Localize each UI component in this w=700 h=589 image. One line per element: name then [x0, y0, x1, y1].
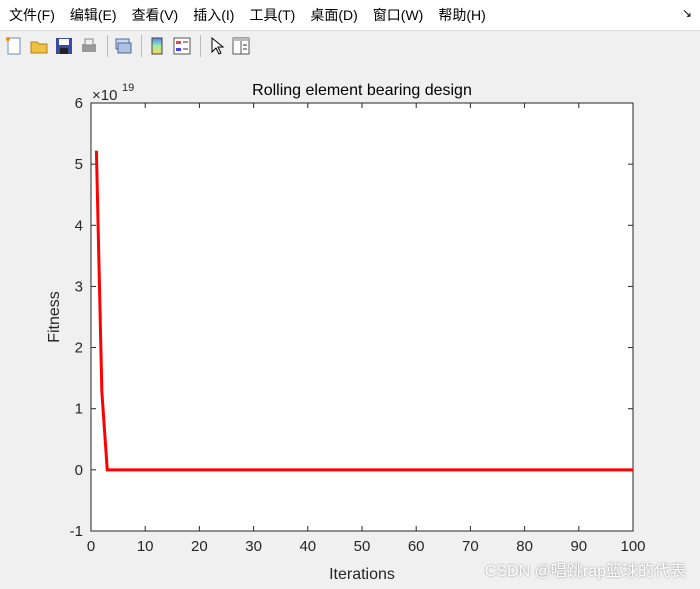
y-tick-label: 4 — [75, 217, 83, 234]
y-tick-label: 3 — [75, 278, 83, 295]
y-exponent-base: ×10 — [92, 87, 117, 104]
menu-item-2[interactable]: 查看(V) — [132, 5, 179, 25]
dock-arrow-icon[interactable]: ↘ — [682, 6, 692, 20]
x-tick-label: 100 — [620, 538, 645, 555]
y-axis-label: Fitness — [46, 291, 63, 343]
menu-item-0[interactable]: 文件(F) — [9, 5, 55, 25]
x-tick-label: 0 — [87, 538, 95, 555]
link-plot-icon[interactable] — [113, 36, 133, 56]
x-tick-label: 10 — [137, 538, 154, 555]
menu-item-1[interactable]: 编辑(E) — [70, 5, 117, 25]
y-tick-label: 1 — [75, 401, 83, 418]
new-file-icon[interactable] — [4, 36, 24, 56]
menu-item-6[interactable]: 窗口(W) — [373, 5, 424, 25]
x-tick-label: 30 — [245, 538, 262, 555]
toolbar-separator — [141, 34, 142, 57]
menu-item-4[interactable]: 工具(T) — [249, 5, 295, 25]
toolbar-separator — [107, 34, 108, 57]
plot-area — [91, 103, 633, 531]
legend-icon[interactable] — [172, 36, 192, 56]
chart-title: Rolling element bearing design — [252, 82, 472, 99]
x-tick-label: 80 — [516, 538, 533, 555]
y-exponent: 19 — [122, 82, 134, 94]
x-axis-label: Iterations — [329, 566, 395, 583]
x-tick-label: 20 — [191, 538, 208, 555]
open-folder-icon[interactable] — [29, 36, 49, 56]
pointer-icon[interactable] — [206, 36, 226, 56]
colorbar-icon[interactable] — [147, 36, 167, 56]
watermark: CSDN @唱跳rap篮球的代表 — [484, 563, 686, 580]
chart: 0 10 20 30 40 50 60 70 80 90 100-10123456Rolling e… — [46, 82, 646, 583]
toolbar — [0, 30, 700, 60]
save-icon[interactable] — [54, 36, 74, 56]
x-tick-label: 50 — [354, 538, 371, 555]
y-tick-label: -1 — [70, 523, 83, 540]
menu-item-7[interactable]: 帮助(H) — [438, 5, 485, 25]
print-icon[interactable] — [79, 36, 99, 56]
y-tick-label: 6 — [75, 95, 83, 112]
menu-item-5[interactable]: 桌面(D) — [310, 5, 357, 25]
y-tick-label: 2 — [75, 340, 83, 357]
y-tick-label: 0 — [75, 462, 83, 479]
x-tick-label: 40 — [299, 538, 316, 555]
y-tick-label: 5 — [75, 156, 83, 173]
property-inspector-icon[interactable] — [231, 36, 251, 56]
x-tick-label: 70 — [462, 538, 479, 555]
x-tick-label: 60 — [408, 538, 425, 555]
x-tick-label: 90 — [570, 538, 587, 555]
menu-bar: 文件(F) 编辑(E) 查看(V) 插入(I) 工具(T) 桌面(D) 窗口(W) 帮助(H) — [0, 0, 700, 30]
toolbar-separator — [200, 34, 201, 57]
menu-item-3[interactable]: 插入(I) — [193, 5, 234, 25]
